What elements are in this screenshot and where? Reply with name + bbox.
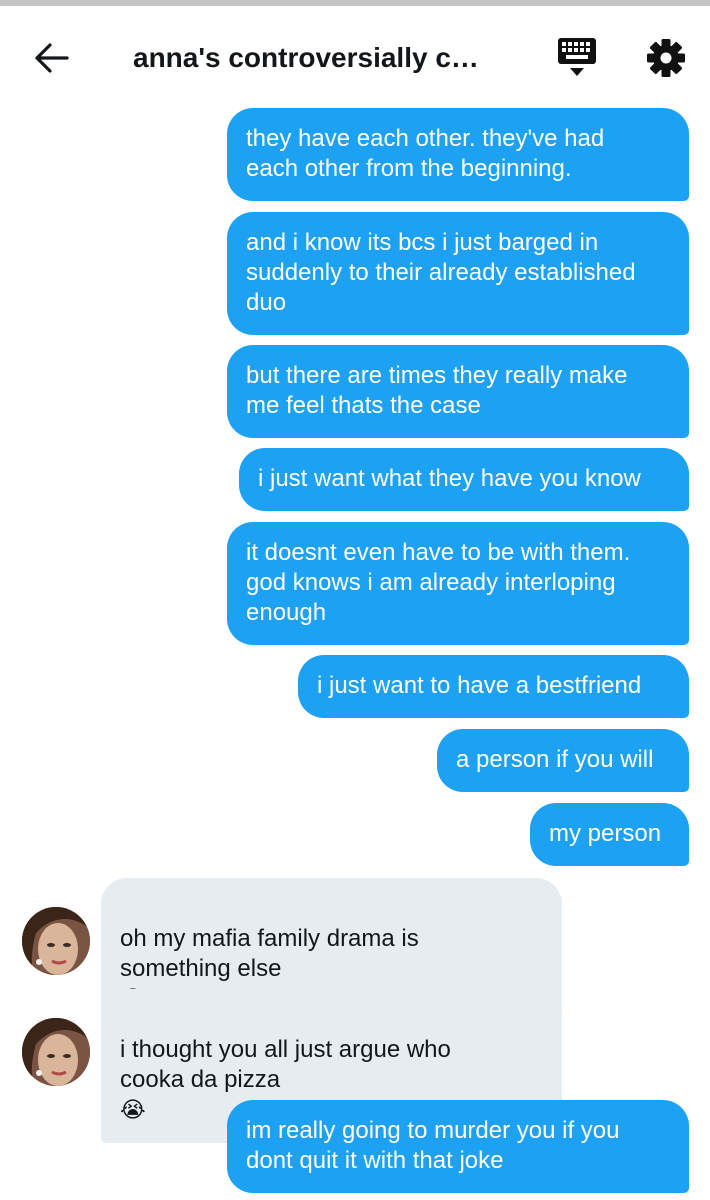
message-bubble: they have each other. they've had each o… <box>227 108 689 201</box>
message-bubble: but there are times they really make me … <box>227 345 689 438</box>
avatar[interactable] <box>22 907 90 975</box>
message-bubble: i just want what they have you know <box>239 448 689 511</box>
message-bubble: it doesnt even have to be with them. god… <box>227 522 689 645</box>
message-bubble: my person <box>530 803 689 866</box>
message-bubble: a person if you will <box>437 729 689 792</box>
message-text: oh my mafia family drama is something el… <box>120 925 419 982</box>
message-bubble: i just want to have a bestfriend <box>298 655 689 718</box>
crying-emoji: 😭 <box>120 1098 146 1123</box>
message-text: i thought you all just argue who cooka d… <box>120 1036 451 1093</box>
message-bubble: im really going to murder you if you don… <box>227 1100 689 1193</box>
avatar[interactable] <box>22 1018 90 1086</box>
message-thread: they have each other. they've had each o… <box>0 0 710 1200</box>
message-bubble: and i know its bcs i just barged in sudd… <box>227 212 689 335</box>
